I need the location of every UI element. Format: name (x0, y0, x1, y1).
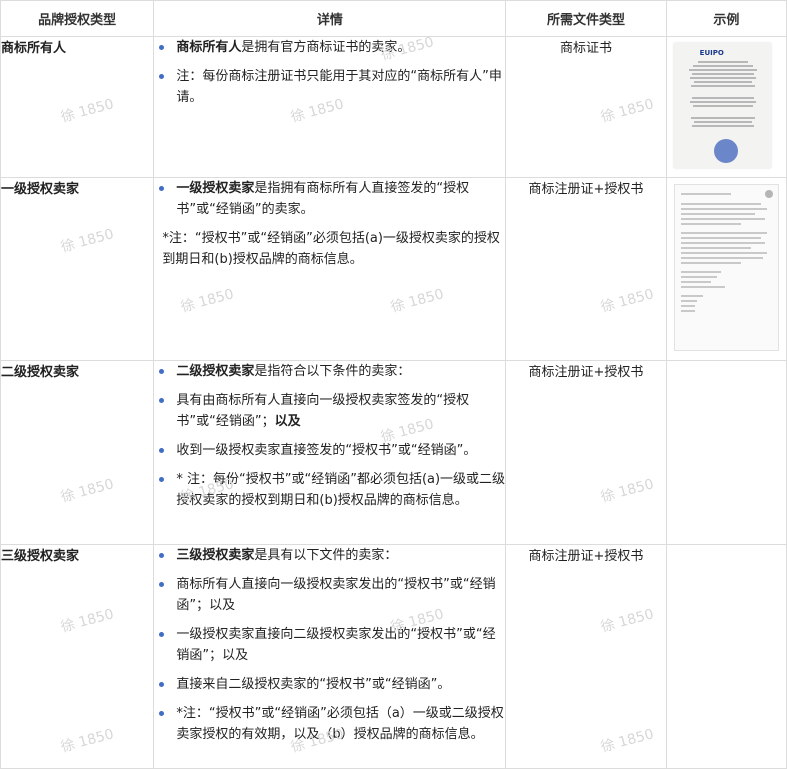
table-row: 二级授权卖家 二级授权卖家是指符合以下条件的卖家： 具有由商标所有人直接向一级授… (0, 360, 787, 545)
detail-cell: 二级授权卖家是指符合以下条件的卖家： 具有由商标所有人直接向一级授权卖家签发的“… (153, 360, 507, 545)
list-item: 注：每份商标注册证书只能用于其对应的“商标所有人”申请。 (154, 66, 505, 108)
list-item: 商标所有人是拥有官方商标证书的卖家。 (154, 37, 505, 58)
files-cell: 商标注册证+授权书 (505, 544, 667, 769)
files-cell: 商标注册证+授权书 (505, 177, 667, 361)
list-item: 一级授权卖家是指拥有商标所有人直接签发的“授权书”或“经销函”的卖家。 (154, 178, 505, 220)
table-row: 商标所有人 商标所有人是拥有官方商标证书的卖家。 注：每份商标注册证书只能用于其… (0, 36, 787, 178)
example-cell (665, 360, 787, 545)
header-row: 品牌授权类型 详情 所需文件类型 示例 (0, 0, 787, 37)
files-cell: 商标证书 (505, 36, 667, 178)
list-item: 三级授权卖家是具有以下文件的卖家： (154, 545, 505, 566)
authorization-letter-image (673, 184, 779, 351)
header-files: 所需文件类型 (505, 0, 667, 37)
table-row: 一级授权卖家 一级授权卖家是指拥有商标所有人直接签发的“授权书”或“经销函”的卖… (0, 177, 787, 361)
note-text: *注：“授权书”或“经销函”必须包括(a)一级授权卖家的授权到期日和(b)授权品… (162, 231, 500, 267)
list-item: 二级授权卖家是指符合以下条件的卖家： (154, 361, 505, 382)
header-type: 品牌授权类型 (0, 0, 155, 37)
list-item: 一级授权卖家直接向二级授权卖家发出的“授权书”或“经销函”；以及 (154, 624, 505, 666)
auth-type-cell: 三级授权卖家 (0, 544, 155, 769)
detail-cell: 一级授权卖家是指拥有商标所有人直接签发的“授权书”或“经销函”的卖家。 *注：“… (153, 177, 507, 361)
auth-type-cell: 二级授权卖家 (0, 360, 155, 545)
example-cell: EUIPO (665, 36, 787, 178)
table-row: 三级授权卖家 三级授权卖家是具有以下文件的卖家： 商标所有人直接向一级授权卖家发… (0, 544, 787, 769)
auth-type-cell: 商标所有人 (0, 36, 155, 178)
example-cell (665, 544, 787, 769)
list-item: 收到一级授权卖家直接签发的“授权书”或“经销函”。 (154, 440, 505, 461)
files-cell: 商标注册证+授权书 (505, 360, 667, 545)
detail-cell: 商标所有人是拥有官方商标证书的卖家。 注：每份商标注册证书只能用于其对应的“商标… (153, 36, 507, 178)
list-item: 商标所有人直接向一级授权卖家发出的“授权书”或“经销函”；以及 (154, 574, 505, 616)
list-item: 直接来自二级授权卖家的“授权书”或“经销函”。 (154, 674, 505, 695)
brand-authorization-table: 品牌授权类型 详情 所需文件类型 示例 商标所有人 商标所有人是拥有官方商标证书… (0, 0, 787, 769)
example-cell (665, 177, 787, 361)
list-item: *注：“授权书”或“经销函”必须包括（a）一级或二级授权卖家授权的有效期，以及（… (154, 703, 505, 745)
header-detail: 详情 (153, 0, 507, 37)
detail-cell: 三级授权卖家是具有以下文件的卖家： 商标所有人直接向一级授权卖家发出的“授权书”… (153, 544, 507, 769)
list-item: 具有由商标所有人直接向一级授权卖家签发的“授权书”或“经销函”；以及 (154, 390, 505, 432)
list-item: * 注：每份“授权书”或“经销函”都必须包括(a)一级或二级授权卖家的授权到期日… (154, 469, 505, 511)
auth-type-cell: 一级授权卖家 (0, 177, 155, 361)
eu-stars-icon (713, 139, 738, 163)
header-example: 示例 (665, 0, 787, 37)
euipo-logo: EUIPO (699, 49, 724, 57)
trademark-certificate-image: EUIPO (673, 43, 771, 168)
